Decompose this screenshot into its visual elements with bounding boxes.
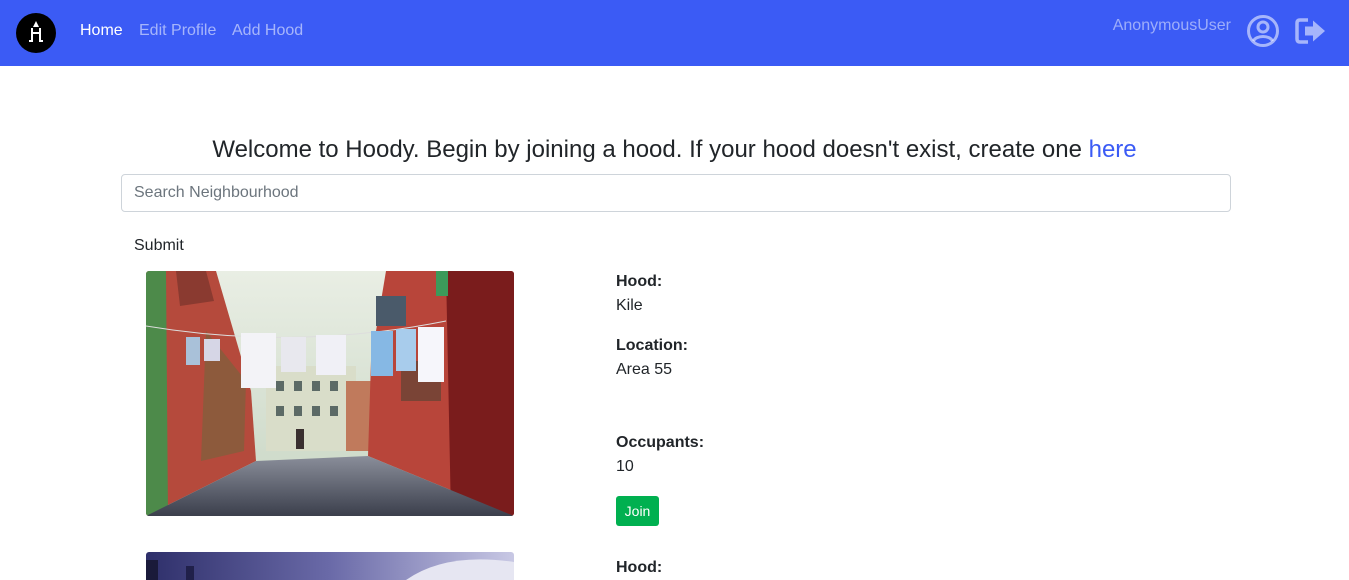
join-button[interactable]: Join [616,496,659,526]
navbar: Home Edit Profile Add Hood AnonymousUser [0,0,1349,66]
brand-logo-icon[interactable] [16,13,56,53]
hood-label: Hood: [616,273,663,290]
user-circle-icon[interactable] [1246,14,1280,48]
location-label: Location: [616,337,688,354]
nav-link-home[interactable]: Home [80,21,123,40]
sign-out-icon[interactable] [1294,14,1328,48]
hood-image [146,552,514,580]
welcome-heading: Welcome to Hoody. Begin by joining a hoo… [0,136,1349,164]
welcome-text: Welcome to Hoody. Begin by joining a hoo… [212,136,1089,163]
occupants-label: Occupants: [616,434,705,451]
nav-link-add-hood[interactable]: Add Hood [232,21,303,40]
location-value: Area 55 [616,361,673,378]
username-label: AnonymousUser [1112,17,1231,34]
nav-link-edit-profile[interactable]: Edit Profile [139,21,216,40]
hood-label: Hood: [616,559,663,576]
hood-name: Kile [616,297,643,314]
submit-button[interactable]: Submit [134,236,184,255]
hood-image [146,271,514,516]
search-input[interactable] [121,174,1231,212]
occupants-value: 10 [616,458,634,475]
create-hood-link[interactable]: here [1089,136,1137,163]
